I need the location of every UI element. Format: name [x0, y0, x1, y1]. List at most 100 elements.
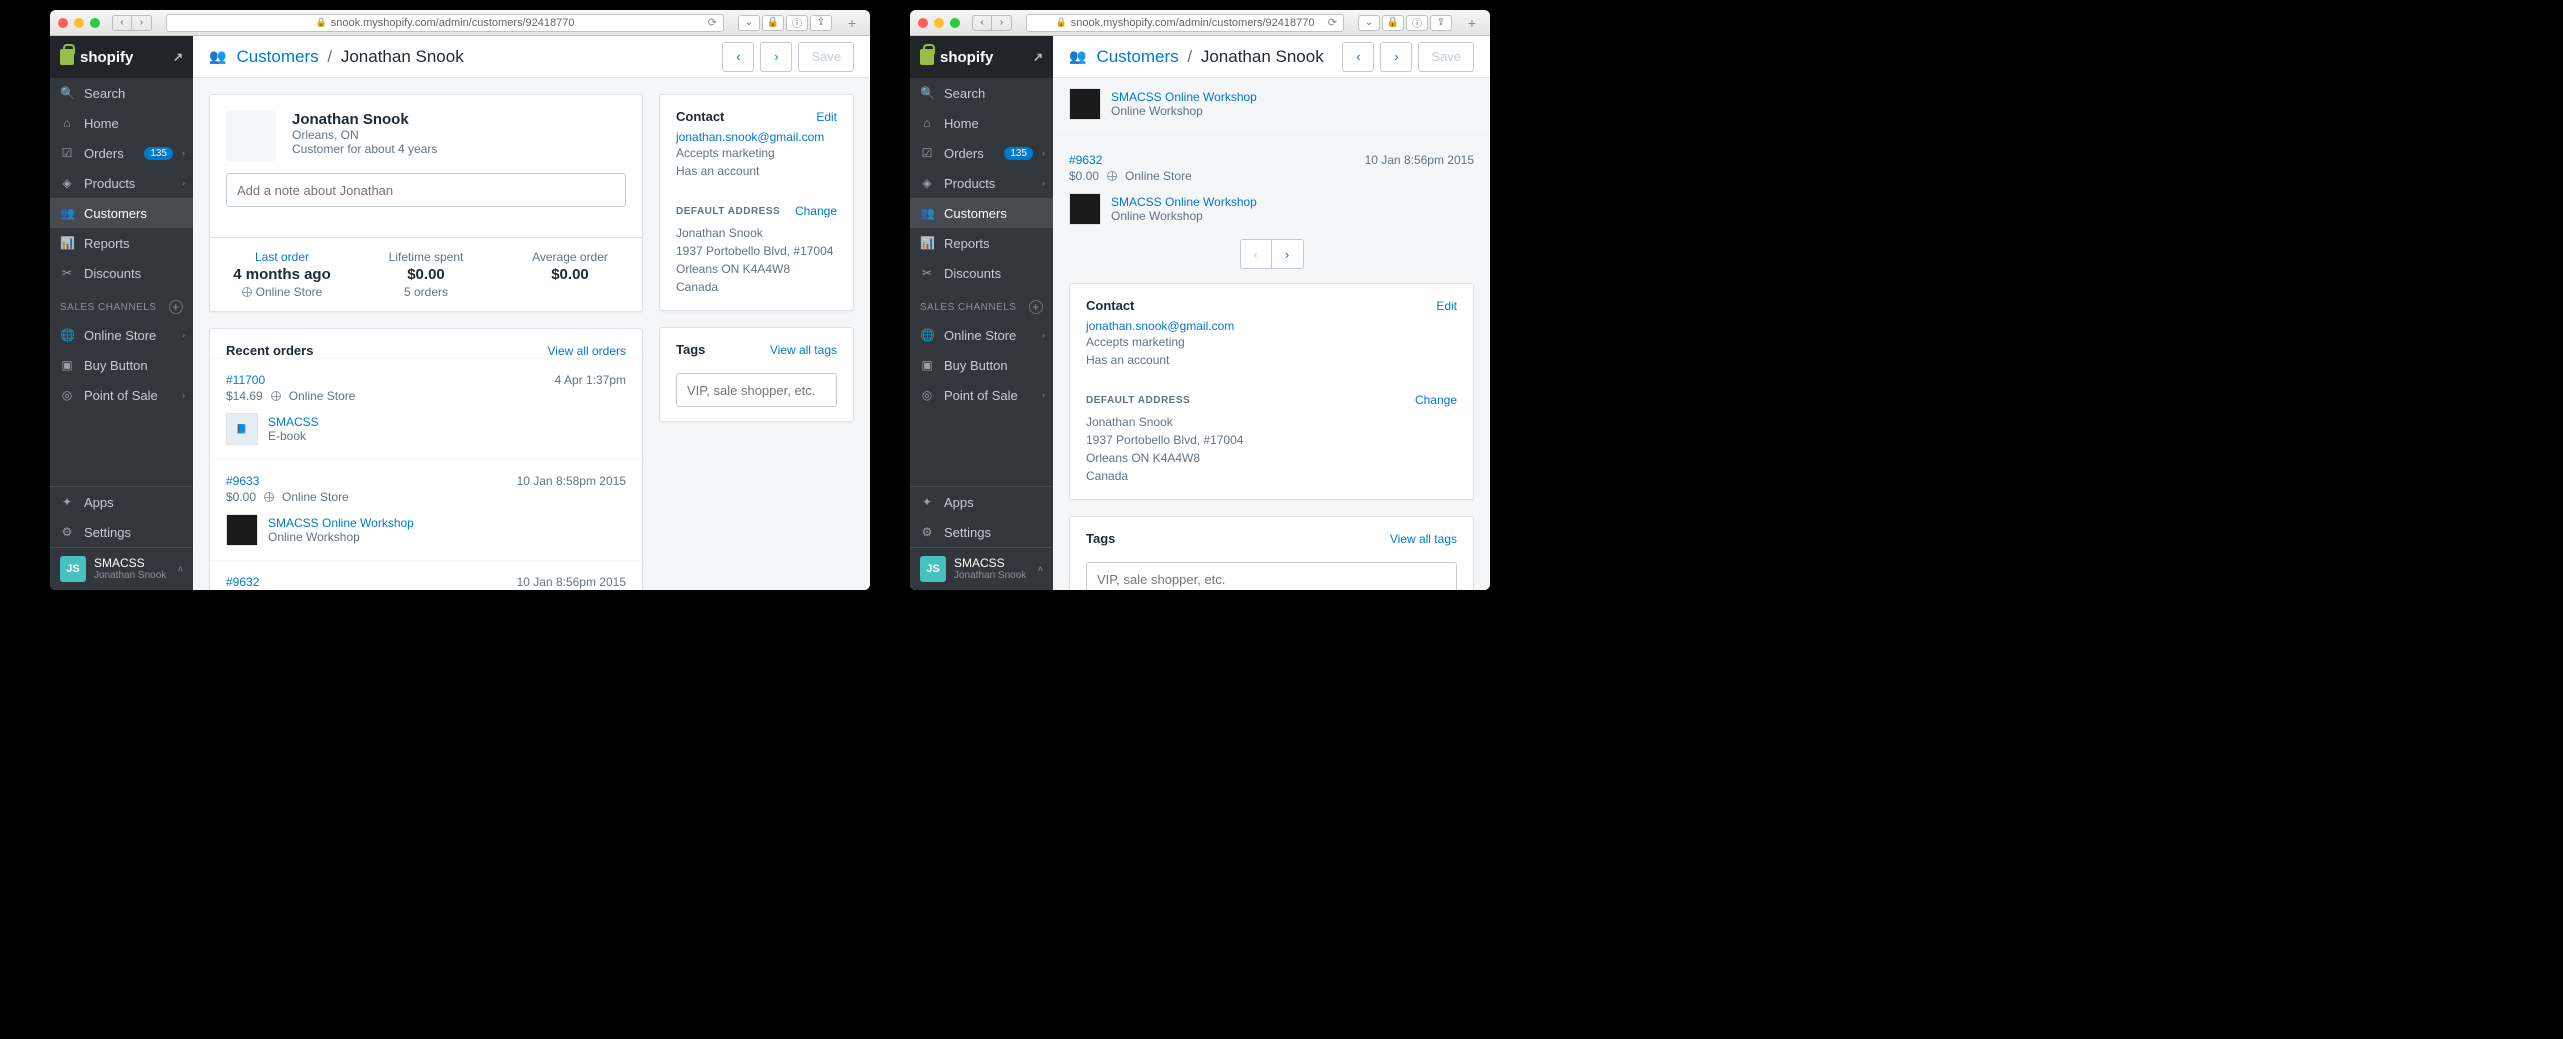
share-icon[interactable]: ⇪: [1430, 15, 1452, 31]
add-channel-button[interactable]: +: [1029, 300, 1043, 314]
external-icon[interactable]: ↗: [173, 50, 183, 64]
sidebar-item-online-store[interactable]: 🌐 Online Store ›: [50, 320, 193, 350]
order-id-link[interactable]: #9633: [226, 474, 259, 488]
order-item-name[interactable]: SMACSS: [268, 415, 319, 429]
back-button[interactable]: ‹: [972, 15, 992, 31]
change-address-link[interactable]: Change: [795, 204, 837, 218]
sidebar-item-products[interactable]: ◈ Products ›: [910, 168, 1053, 198]
view-all-tags-link[interactable]: View all tags: [1390, 532, 1457, 546]
url-bar[interactable]: 🔒 snook.myshopify.com/admin/customers/92…: [1026, 14, 1344, 32]
sidebar-item-orders[interactable]: ☑ Orders 135 ›: [50, 138, 193, 168]
sidebar-item-discounts[interactable]: ✂ Discounts: [50, 258, 193, 288]
refresh-icon[interactable]: ⟳: [708, 16, 717, 29]
sidebar-item-search[interactable]: 🔍 Search: [50, 78, 193, 108]
sidebar-item-home[interactable]: ⌂ Home: [910, 108, 1053, 138]
browser-nav[interactable]: ‹ ›: [972, 15, 1012, 31]
info-icon[interactable]: ⓘ: [786, 15, 808, 31]
sidebar-user[interactable]: JS SMACSS Jonathan Snook ˄: [910, 547, 1053, 590]
pocket-icon[interactable]: ⌄: [738, 15, 760, 31]
sidebar-header: shopify ↗: [910, 36, 1053, 78]
order-item-name[interactable]: SMACSS Online Workshop: [1111, 90, 1257, 104]
topbar: 👥 Customers / Jonathan Snook ‹ › Save: [1053, 36, 1490, 78]
sidebar-user[interactable]: JS SMACSS Jonathan Snook ˄: [50, 547, 193, 590]
pocket-icon[interactable]: ⌄: [1358, 15, 1380, 31]
customer-note-input[interactable]: [226, 173, 626, 207]
sidebar-item-online-store[interactable]: 🌐 Online Store ›: [910, 320, 1053, 350]
chevron-right-icon: ›: [182, 178, 185, 188]
customer-location: Orleans, ON: [292, 128, 437, 142]
sidebar-item-apps[interactable]: ✦ Apps: [910, 487, 1053, 517]
reader-icon[interactable]: 🔒: [1382, 15, 1404, 31]
sidebar-item-home[interactable]: ⌂ Home: [50, 108, 193, 138]
view-all-orders-link[interactable]: View all orders: [548, 344, 626, 358]
customers-icon: 👥: [209, 48, 226, 65]
chevron-right-icon: ›: [182, 390, 185, 400]
globe-icon: 🌐: [60, 328, 74, 342]
gear-icon: ⚙: [920, 525, 934, 539]
reader-icon[interactable]: 🔒: [762, 15, 784, 31]
pager-prev-button[interactable]: ‹: [1240, 239, 1272, 269]
sidebar-item-reports[interactable]: 📊 Reports: [50, 228, 193, 258]
order-id-link[interactable]: #9632: [226, 575, 259, 589]
order-row: #9632 10 Jan 8:56pm 2015 $0.00 Online St…: [1053, 134, 1490, 225]
product-thumb: [226, 514, 258, 546]
contact-email[interactable]: jonathan.snook@gmail.com: [1086, 319, 1457, 333]
change-address-link[interactable]: Change: [1415, 393, 1457, 407]
sidebar-item-discounts[interactable]: ✂ Discounts: [910, 258, 1053, 288]
sidebar-item-settings[interactable]: ⚙ Settings: [910, 517, 1053, 547]
tags-title: Tags: [676, 342, 705, 357]
sidebar-item-pos[interactable]: ◎ Point of Sale ›: [910, 380, 1053, 410]
sidebar-item-buy-button[interactable]: ▣ Buy Button: [50, 350, 193, 380]
chevron-right-icon: ›: [1042, 390, 1045, 400]
chevron-right-icon: ›: [182, 148, 185, 158]
window-controls[interactable]: [918, 18, 960, 28]
recent-orders-title: Recent orders: [226, 343, 313, 358]
forward-button[interactable]: ›: [132, 15, 152, 31]
save-button[interactable]: Save: [798, 42, 854, 72]
contact-email[interactable]: jonathan.snook@gmail.com: [676, 130, 837, 144]
order-item-name[interactable]: SMACSS Online Workshop: [268, 516, 414, 530]
stat-lifetime: Lifetime spent $0.00 5 orders: [354, 238, 498, 311]
sidebar-item-search[interactable]: 🔍 Search: [910, 78, 1053, 108]
sidebar-item-products[interactable]: ◈ Products ›: [50, 168, 193, 198]
new-tab-button[interactable]: +: [1462, 15, 1482, 31]
next-customer-button[interactable]: ›: [1380, 42, 1412, 72]
order-id-link[interactable]: #9632: [1069, 153, 1102, 167]
sidebar-item-buy-button[interactable]: ▣ Buy Button: [910, 350, 1053, 380]
sidebar-item-pos[interactable]: ◎ Point of Sale ›: [50, 380, 193, 410]
tags-input[interactable]: [676, 373, 837, 407]
window-controls[interactable]: [58, 18, 100, 28]
info-icon[interactable]: ⓘ: [1406, 15, 1428, 31]
sidebar-item-customers[interactable]: 👥 Customers: [50, 198, 193, 228]
back-button[interactable]: ‹: [112, 15, 132, 31]
reports-icon: 📊: [60, 236, 74, 250]
prev-customer-button[interactable]: ‹: [1342, 42, 1374, 72]
breadcrumb-customers[interactable]: Customers: [1096, 47, 1178, 66]
url-bar[interactable]: 🔒 snook.myshopify.com/admin/customers/92…: [166, 14, 724, 32]
sidebar-item-apps[interactable]: ✦ Apps: [50, 487, 193, 517]
prev-customer-button[interactable]: ‹: [722, 42, 754, 72]
add-channel-button[interactable]: +: [169, 300, 183, 314]
external-icon[interactable]: ↗: [1033, 50, 1043, 64]
buy-button-icon: ▣: [920, 358, 934, 372]
sidebar-item-reports[interactable]: 📊 Reports: [910, 228, 1053, 258]
browser-nav[interactable]: ‹ ›: [112, 15, 152, 31]
breadcrumb-customers[interactable]: Customers: [236, 47, 318, 66]
share-icon[interactable]: ⇪: [810, 15, 832, 31]
save-button[interactable]: Save: [1418, 42, 1474, 72]
refresh-icon[interactable]: ⟳: [1328, 16, 1337, 29]
sidebar-item-orders[interactable]: ☑ Orders 135 ›: [910, 138, 1053, 168]
forward-button[interactable]: ›: [992, 15, 1012, 31]
new-tab-button[interactable]: +: [842, 15, 862, 31]
order-id-link[interactable]: #11700: [226, 373, 265, 387]
sidebar-item-customers[interactable]: 👥 Customers: [910, 198, 1053, 228]
tags-input[interactable]: [1086, 562, 1457, 590]
edit-contact-link[interactable]: Edit: [1436, 299, 1457, 313]
sidebar-item-settings[interactable]: ⚙ Settings: [50, 517, 193, 547]
next-customer-button[interactable]: ›: [760, 42, 792, 72]
order-item-name[interactable]: SMACSS Online Workshop: [1111, 195, 1257, 209]
chevron-right-icon: ›: [1042, 148, 1045, 158]
edit-contact-link[interactable]: Edit: [816, 110, 837, 124]
pager-next-button[interactable]: ›: [1272, 239, 1304, 269]
view-all-tags-link[interactable]: View all tags: [770, 343, 837, 357]
